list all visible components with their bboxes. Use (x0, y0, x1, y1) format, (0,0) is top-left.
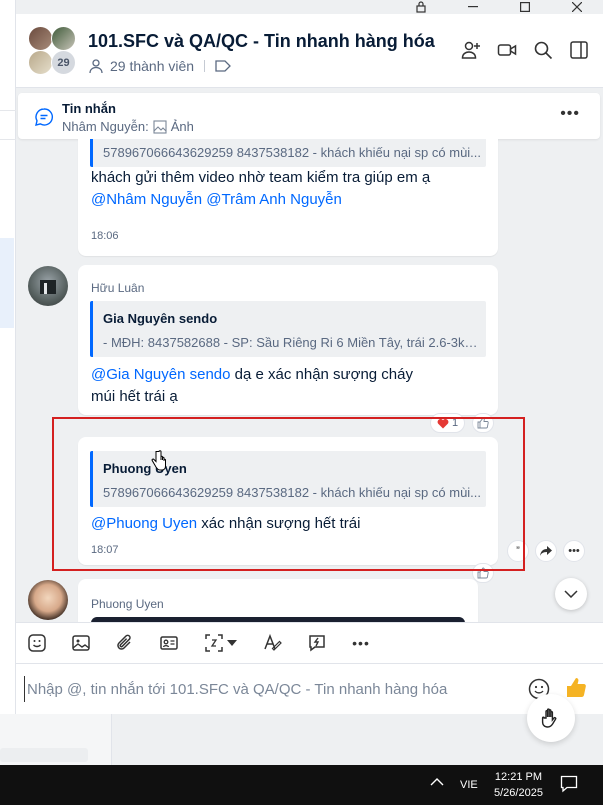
message-input[interactable] (24, 676, 514, 702)
lock-icon[interactable] (395, 0, 447, 14)
sender-avatar[interactable] (28, 266, 68, 306)
mention[interactable]: @Nhâm Nguyễn (91, 191, 202, 208)
sender-name[interactable]: Hữu Luân (91, 281, 144, 295)
highlight-annotation (52, 417, 525, 571)
background-selected-row (0, 238, 14, 328)
sender-name[interactable]: Phuong Uyen (91, 597, 164, 611)
chat-header: 29 101.SFC và QA/QC - Tin nhanh hàng hóa… (16, 14, 603, 88)
video-call-icon[interactable] (497, 40, 517, 60)
message-fragment: dạ e xác nhận sượng cháy (230, 366, 413, 383)
side-panel-icon[interactable] (569, 40, 589, 60)
chevron-down-icon[interactable] (227, 640, 237, 646)
close-button[interactable] (551, 0, 603, 14)
screenshot-icon[interactable] (202, 632, 240, 654)
mention[interactable]: @Trâm Anh Nguyễn (206, 191, 342, 208)
header-actions (461, 40, 589, 60)
clock[interactable]: 12:21 PM 5/26/2025 (494, 769, 543, 801)
message-text: khách gửi thêm video nhờ team kiểm tra g… (91, 167, 491, 211)
reply-quote[interactable]: 578967066643629259 8437538182 - khách kh… (90, 139, 486, 167)
chevron-up-icon[interactable] (430, 777, 444, 787)
quote-text: - MĐH: 8437582688 - SP: Sầu Riêng Ri 6 M… (103, 335, 483, 350)
raise-hand-button[interactable] (527, 694, 575, 742)
pinned-sender: Nhâm Nguyễn: (62, 119, 149, 134)
mention[interactable]: @Gia Nguyên sendo (91, 366, 230, 383)
sticker-icon[interactable] (26, 632, 48, 654)
text-format-icon[interactable] (262, 632, 284, 654)
message-line: múi hết trái ạ (91, 388, 178, 405)
background-panel (0, 714, 112, 765)
member-avatar (51, 26, 76, 51)
message-line: @Nhâm Nguyễn @Trâm Anh Nguyễn (91, 189, 491, 211)
more-icon[interactable]: ••• (350, 632, 372, 654)
message-bubble[interactable]: 578967066643629259 8437538182 - khách kh… (78, 139, 498, 256)
member-avatar (28, 26, 53, 51)
background-area (0, 714, 603, 765)
message-bubble[interactable]: Hữu Luân Gia Nguyên sendo - MĐH: 8437582… (78, 265, 498, 415)
background-row (0, 110, 16, 140)
sender-avatar[interactable] (28, 580, 68, 620)
language-indicator[interactable]: VIE (460, 779, 478, 791)
quick-message-icon[interactable] (306, 632, 328, 654)
background-app-panel (0, 0, 16, 765)
member-count-badge: 29 (51, 50, 76, 75)
pinned-title: Tin nhắn (62, 101, 116, 116)
group-subline: 29 thành viên (88, 58, 231, 74)
member-avatar (28, 50, 53, 75)
scroll-to-bottom-button[interactable] (555, 578, 587, 610)
more-actions-icon[interactable]: ••• (563, 540, 585, 562)
group-avatar[interactable]: 29 (28, 26, 78, 76)
window-controls (395, 0, 603, 14)
more-icon[interactable]: ••• (560, 105, 580, 123)
pinned-preview: Nhâm Nguyễn: Ảnh (62, 119, 194, 134)
taskbar: VIE 12:21 PM 5/26/2025 (0, 765, 603, 805)
contact-card-icon[interactable] (158, 632, 180, 654)
composer-toolbar: ••• (16, 622, 603, 664)
forward-icon[interactable] (535, 540, 557, 562)
user-icon (89, 59, 103, 74)
message-bubble[interactable]: Phuong Uyen (78, 579, 478, 622)
divider (204, 60, 206, 72)
clock-time: 12:21 PM (494, 771, 543, 783)
notification-icon[interactable] (560, 775, 578, 793)
member-count[interactable]: 29 thành viên (110, 58, 194, 74)
maximize-button[interactable] (499, 0, 551, 14)
clock-date: 5/26/2025 (494, 787, 543, 799)
message-line: @Gia Nguyên sendo dạ e xác nhận sượng ch… (91, 364, 491, 386)
message-text: @Gia Nguyên sendo dạ e xác nhận sượng ch… (91, 364, 491, 408)
tag-icon[interactable] (215, 60, 231, 72)
reply-quote[interactable]: Gia Nguyên sendo - MĐH: 8437582688 - SP:… (90, 301, 486, 357)
message-icon (35, 108, 53, 126)
message-line: khách gửi thêm video nhờ team kiểm tra g… (91, 169, 431, 186)
attachment-icon[interactable] (114, 632, 136, 654)
minimize-button[interactable] (447, 0, 499, 14)
message-time: 18:06 (91, 230, 119, 242)
hand-icon (541, 708, 557, 728)
search-icon[interactable] (533, 40, 553, 60)
quote-author: Gia Nguyên sendo (103, 311, 218, 326)
background-bar (0, 748, 88, 762)
chevron-down-icon (564, 590, 578, 598)
pinned-message-bar[interactable]: Tin nhắn Nhâm Nguyễn: Ảnh ••• (18, 93, 600, 139)
pinned-content: Ảnh (170, 119, 194, 134)
group-title[interactable]: 101.SFC và QA/QC - Tin nhanh hàng hóa (88, 31, 435, 52)
image-upload-icon[interactable] (70, 632, 92, 654)
quote-text: 578967066643629259 8437538182 - khách kh… (103, 145, 482, 160)
add-member-icon[interactable] (461, 40, 481, 60)
thumbs-up-icon[interactable] (564, 676, 588, 700)
image-icon (153, 119, 167, 134)
composer (16, 664, 603, 714)
